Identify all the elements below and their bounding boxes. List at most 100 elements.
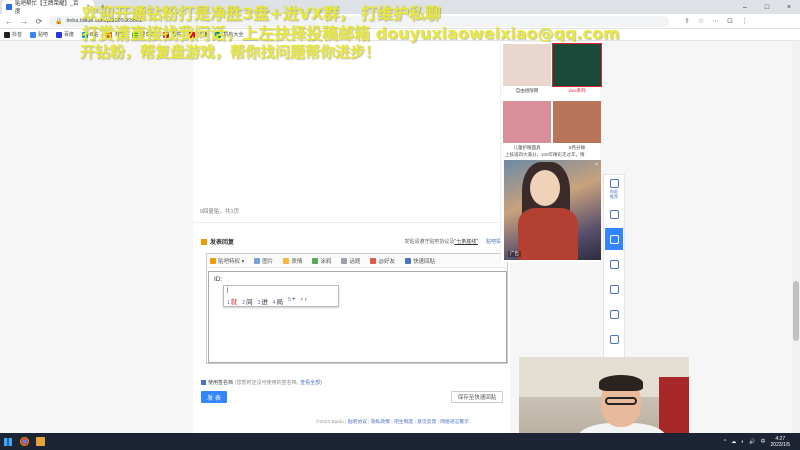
ime-candidate-number: 2 [242,300,246,306]
ad-text-line[interactable]: 上核道四大满分，100年精彩走过年，精 [505,152,585,158]
menu-icon[interactable]: ⋮ [741,17,748,25]
toolbar-label: 贴吧特权 ▾ [218,258,245,265]
ime-candidate-number: 5 [288,297,291,303]
reply-textarea[interactable]: ID: j 1就 2间 3进 4局 5+ ‹ › [208,271,507,363]
bookmark-item[interactable]: 百度 [56,31,74,38]
footer-link[interactable]: 吧主制度 [394,420,413,425]
gift-icon [609,284,619,294]
signature-hint: (您暂时还没可使用的签名档, [235,380,299,386]
ad-close-icon[interactable]: × [595,162,598,168]
volume-icon[interactable]: 🔊 [749,439,755,445]
tray-overflow-icon[interactable]: ^ [724,439,726,445]
start-button[interactable] [0,433,16,450]
reload-button[interactable]: ⟳ [34,17,44,26]
footer-link[interactable]: 贴吧协议 [348,420,367,425]
ime-page-nav[interactable]: ‹ › [301,296,307,306]
seven-rules-link[interactable]: "七条底线" [454,239,478,245]
reply-rules-text: 发贴请遵守贴吧协议及"七条底线" [404,239,478,245]
bookmark-favicon-icon [4,31,10,38]
footer-link[interactable]: 意见反馈 [417,420,436,425]
privilege-button[interactable]: 贴吧特权 ▾ [210,257,244,265]
toolbar-label: 涂鸦 [320,258,332,265]
send-button[interactable]: 发 表 [201,391,227,403]
taskbar-chrome[interactable] [16,433,32,450]
product-ad[interactable]: vivo系列 [552,43,602,99]
product-ad[interactable]: 5月分摊 [553,101,601,156]
mention-icon [370,257,377,264]
product-ad-caption: 自由组限网 [515,88,539,93]
ime-candidate[interactable]: 4局 [273,296,283,306]
reply-count: 0回复贴，共1页 [200,209,240,215]
bookmark-favicon-icon [56,31,63,38]
ime-candidate[interactable]: 1就 [227,296,237,306]
tieba-favicon-icon [6,4,12,10]
game-ad-banner[interactable]: × 广告 [504,160,601,260]
floating-toolbar-button[interactable] [605,253,623,275]
floating-toolbar-button[interactable] [605,328,623,350]
signature-checkbox[interactable] [201,380,206,385]
clock[interactable]: 4:27 2023/1/5 [771,436,790,448]
product-ad-image [503,101,551,143]
image-button[interactable]: 图片 [254,257,273,265]
floating-toolbar-button[interactable]: 帖助 推荐 [605,178,623,200]
cloud-icon[interactable]: ☁ [731,439,736,445]
editor-toolbar: 贴吧特权 ▾ 图片 表情 涂鸦 话题 @好友 快速回贴 [207,254,507,268]
heart-icon [609,334,619,344]
signature-view-all-link[interactable]: 查看全部) [300,379,322,386]
share-icon[interactable]: ⇪ [684,17,690,25]
ime-candidate-window: j 1就 2间 3进 4局 5+ ‹ › [223,285,339,307]
page-footer: ©2023 Baidu | 贴吧协议 | 隐私政策 | 吧主制度 | 意见反馈 … [316,418,469,425]
ime-candidate[interactable]: 2间 [242,296,252,306]
ime-candidate[interactable]: 3进 [258,296,268,306]
reply-icon [201,238,207,245]
bookmark-item[interactable]: 抖音 [4,31,22,38]
topic-button[interactable]: 话题 [341,257,360,265]
signature-row: 使用签名档 (您暂时还没可使用的签名档, 查看全部) [201,379,322,386]
ime-candidate[interactable]: 5+ [288,296,296,306]
trophy-icon [609,259,619,269]
reply-editor: 贴吧特权 ▾ 图片 表情 涂鸦 话题 @好友 快速回贴 ID: j 1就 2间 3进 4局 5+ ‹ … [206,253,508,364]
sidebar-icon[interactable]: ⊡ [727,17,733,25]
bookmark-item[interactable]: 贴吧 [30,31,48,38]
input-method-icon[interactable]: 中 [761,438,766,445]
minimize-button[interactable]: – [734,0,756,14]
product-ad-image [553,101,601,143]
overlay-text-line-3: 开钻粉，帮复盘游戏，帮你找问题帮你进步！ [80,43,381,61]
floating-toolbar-button[interactable] [605,303,623,325]
maximize-button[interactable]: □ [756,0,778,14]
quick-reply-icon [404,257,411,264]
extensions-icon[interactable]: ⋯ [712,17,719,25]
product-ad-grid: 自由组限网 vivo系列 儿童护眼面具 5月分摊 [503,43,602,156]
mention-button[interactable]: @好友 [370,257,395,265]
emoji-button[interactable]: 表情 [283,257,302,265]
footer-link[interactable]: 隐私政策 [371,420,390,425]
forward-button[interactable]: → [19,17,29,26]
save-quick-reply-button[interactable]: 保存至快速回贴 [451,391,503,403]
ime-candidate-text: 进 [261,299,268,306]
toolbar-label: 表情 [291,258,303,265]
floating-toolbar-button[interactable] [605,228,623,250]
chrome-icon [19,437,29,446]
bookmark-label: 百度 [64,32,75,38]
floating-toolbar-button[interactable] [605,278,623,300]
quick-reply-button[interactable]: 快速回贴 [404,257,435,265]
windows-logo-icon [4,437,12,446]
close-window-button[interactable]: × [778,0,800,14]
floating-toolbar-button[interactable] [605,203,623,225]
footer-link[interactable]: 网络谣言警示 [440,420,469,425]
image-icon [254,257,261,264]
doodle-button[interactable]: 涂鸦 [312,257,331,265]
browser-tab[interactable]: 贴吧帮忙【王牌荣耀】_百度 × [2,0,94,15]
reply-section-header: 发表回复 发贴请遵守贴吧协议及"七条底线" 贴吧投诉 [201,237,506,246]
bookmark-star-icon[interactable]: ☆ [698,17,704,25]
product-ad[interactable]: 儿童护眼面具 [503,101,551,156]
product-ad[interactable]: 自由组限网 [503,44,551,99]
ime-candidates: 1就 2间 3进 4局 5+ ‹ › [227,296,307,306]
page-scrollbar[interactable] [792,41,800,433]
taskbar-app-2[interactable] [32,433,48,450]
back-button[interactable]: ← [4,17,14,26]
scrollbar-thumb[interactable] [793,281,799,341]
network-icon[interactable]: ◐ [741,439,744,445]
ad-character-dress [518,208,578,260]
editor-area: ID: j 1就 2间 3进 4局 5+ ‹ › [207,268,507,363]
